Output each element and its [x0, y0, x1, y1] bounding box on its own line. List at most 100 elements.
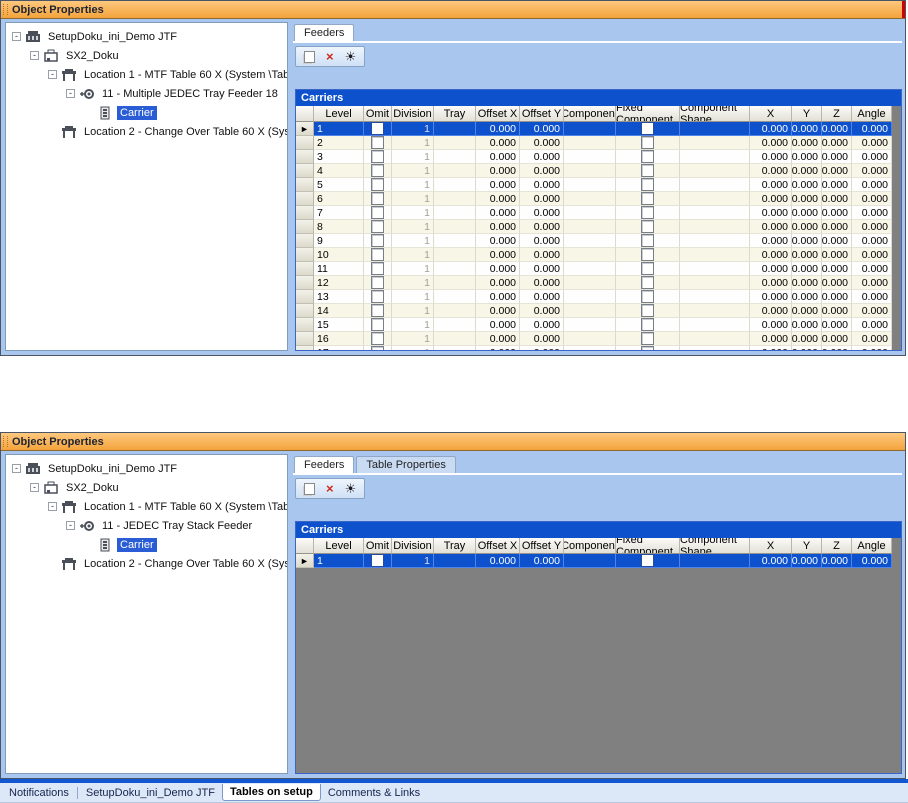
grid-cell-offset_y[interactable]: 0.000 — [520, 234, 564, 248]
dock-tab-tables-on-setup[interactable]: Tables on setup — [222, 784, 321, 801]
column-header-fixed_component[interactable]: Fixed Component — [616, 106, 680, 122]
grid-cell-x[interactable]: 0.000 — [750, 290, 792, 304]
column-header-x[interactable]: X — [750, 106, 792, 122]
grid-cell-tray[interactable] — [434, 248, 476, 262]
tree-item-label[interactable]: Location 1 - MTF Table 60 X (System \Tab… — [81, 500, 288, 514]
tree-item-label[interactable]: 11 - Multiple JEDEC Tray Feeder 18 — [99, 87, 281, 101]
column-header-angle[interactable]: Angle — [852, 538, 892, 554]
grid-cell-omit[interactable] — [364, 178, 392, 192]
grid-cell-tray[interactable] — [434, 234, 476, 248]
grid-cell-component_shape[interactable] — [680, 262, 750, 276]
grid-cell-x[interactable]: 0.000 — [750, 304, 792, 318]
fixed_component-checkbox[interactable] — [641, 346, 654, 351]
row-selector-cell[interactable] — [296, 262, 314, 276]
grid-cell-offset_x[interactable]: 0.000 — [476, 304, 520, 318]
grid-cell-component_shape[interactable] — [680, 290, 750, 304]
grid-cell-tray[interactable] — [434, 262, 476, 276]
grid-cell-offset_x[interactable]: 0.000 — [476, 136, 520, 150]
grid-cell-offset_y[interactable]: 0.000 — [520, 122, 564, 136]
omit-checkbox[interactable] — [371, 346, 384, 351]
grid-cell-offset_x[interactable]: 0.000 — [476, 290, 520, 304]
grid-cell-division[interactable]: 1 — [392, 164, 434, 178]
grid-cell-omit[interactable] — [364, 220, 392, 234]
grid-cell-omit[interactable] — [364, 150, 392, 164]
grid-cell-division[interactable]: 1 — [392, 318, 434, 332]
omit-checkbox[interactable] — [371, 178, 384, 191]
grid-cell-level[interactable]: 13 — [314, 290, 364, 304]
new-item-icon[interactable] — [304, 483, 315, 495]
grid-cell-fixed_component[interactable] — [616, 150, 680, 164]
omit-checkbox[interactable] — [371, 220, 384, 233]
grid-cell-level[interactable]: 10 — [314, 248, 364, 262]
tree-item[interactable]: Location 2 - Change Over Table 60 X (Sys… — [6, 554, 287, 573]
grid-cell-component[interactable] — [564, 192, 616, 206]
grid-cell-angle[interactable]: 0.000 — [852, 164, 892, 178]
tree-expander-icon[interactable]: - — [48, 70, 57, 79]
grid-cell-tray[interactable] — [434, 220, 476, 234]
tab-table-properties[interactable]: Table Properties — [356, 456, 456, 473]
grid-cell-angle[interactable]: 0.000 — [852, 318, 892, 332]
grid-cell-level[interactable]: 15 — [314, 318, 364, 332]
grid-cell-angle[interactable]: 0.000 — [852, 206, 892, 220]
column-header-tray[interactable]: Tray — [434, 538, 476, 554]
grid-cell-division[interactable]: 1 — [392, 150, 434, 164]
grid-cell-y[interactable]: 0.000 — [792, 248, 822, 262]
row-selector-cell[interactable] — [296, 234, 314, 248]
grid-cell-x[interactable]: 0.000 — [750, 276, 792, 290]
grid-cell-x[interactable]: 0.000 — [750, 220, 792, 234]
grid-cell-tray[interactable] — [434, 178, 476, 192]
omit-checkbox[interactable] — [371, 192, 384, 205]
grid-cell-offset_x[interactable]: 0.000 — [476, 164, 520, 178]
grid-cell-component_shape[interactable] — [680, 122, 750, 136]
row-selector-cell[interactable]: ► — [296, 554, 314, 568]
grid-cell-level[interactable]: 4 — [314, 164, 364, 178]
column-header-angle[interactable]: Angle — [852, 106, 892, 122]
row-selector-cell[interactable] — [296, 206, 314, 220]
grid-cell-z[interactable]: 0.000 — [822, 554, 852, 568]
grid-cell-offset_y[interactable]: 0.000 — [520, 346, 564, 351]
grid-cell-offset_x[interactable]: 0.000 — [476, 150, 520, 164]
tree-item[interactable]: -Location 1 - MTF Table 60 X (System \Ta… — [6, 497, 287, 516]
fixed_component-checkbox[interactable] — [641, 276, 654, 289]
column-header-offset_x[interactable]: Offset X — [476, 538, 520, 554]
grid-cell-angle[interactable]: 0.000 — [852, 276, 892, 290]
grid-cell-offset_x[interactable]: 0.000 — [476, 178, 520, 192]
grid-cell-fixed_component[interactable] — [616, 164, 680, 178]
titlebar-grip-icon[interactable] — [3, 4, 8, 15]
tree-item-label[interactable]: SetupDoku_ini_Demo JTF — [45, 30, 180, 44]
column-header-component_shape[interactable]: Component Shape — [680, 106, 750, 122]
row-selector-cell[interactable] — [296, 318, 314, 332]
fixed_component-checkbox[interactable] — [641, 220, 654, 233]
row-selector-cell[interactable] — [296, 290, 314, 304]
grid-cell-level[interactable]: 8 — [314, 220, 364, 234]
grid-cell-angle[interactable]: 0.000 — [852, 150, 892, 164]
grid-cell-offset_x[interactable]: 0.000 — [476, 262, 520, 276]
grid-cell-component_shape[interactable] — [680, 178, 750, 192]
grid-cell-tray[interactable] — [434, 554, 476, 568]
grid-cell-fixed_component[interactable] — [616, 122, 680, 136]
grid-cell-z[interactable]: 0.000 — [822, 262, 852, 276]
grid-cell-component[interactable] — [564, 304, 616, 318]
grid-cell-z[interactable]: 0.000 — [822, 318, 852, 332]
tree-item-label[interactable]: SetupDoku_ini_Demo JTF — [45, 462, 180, 476]
grid-cell-level[interactable]: 7 — [314, 206, 364, 220]
row-selector-cell[interactable] — [296, 248, 314, 262]
fixed_component-checkbox[interactable] — [641, 178, 654, 191]
tree-item[interactable]: -Location 1 - MTF Table 60 X (System \Ta… — [6, 65, 287, 84]
row-selector-cell[interactable] — [296, 276, 314, 290]
grid-cell-x[interactable]: 0.000 — [750, 318, 792, 332]
omit-checkbox[interactable] — [371, 554, 384, 567]
grid-cell-y[interactable]: 0.000 — [792, 304, 822, 318]
grid-cell-component_shape[interactable] — [680, 164, 750, 178]
grid-cell-component[interactable] — [564, 122, 616, 136]
grid-cell-angle[interactable]: 0.000 — [852, 304, 892, 318]
grid-cell-y[interactable]: 0.000 — [792, 262, 822, 276]
fixed_component-checkbox[interactable] — [641, 234, 654, 247]
grid-cell-offset_x[interactable]: 0.000 — [476, 192, 520, 206]
grid-cell-y[interactable]: 0.000 — [792, 332, 822, 346]
column-header-y[interactable]: Y — [792, 538, 822, 554]
grid-cell-level[interactable]: 1 — [314, 122, 364, 136]
tree-item[interactable]: -11 - JEDEC Tray Stack Feeder — [6, 516, 287, 535]
sun-teach-icon[interactable]: ☀ — [345, 482, 357, 495]
column-header-omit[interactable]: Omit — [364, 538, 392, 554]
